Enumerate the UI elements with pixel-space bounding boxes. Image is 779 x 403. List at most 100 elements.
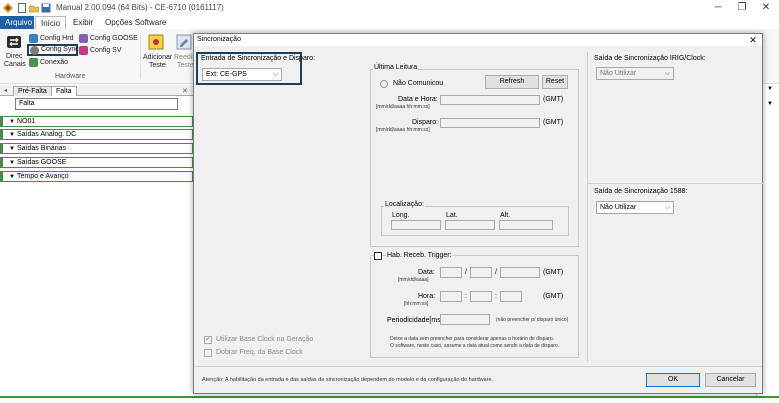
collapse-icon: ▼: [9, 146, 15, 152]
menu-arquivo[interactable]: Arquivo: [0, 16, 34, 29]
config-sync-label: Config Sync: [41, 46, 79, 53]
gmt-label-4: (GMT): [543, 293, 564, 300]
date-separator: /: [465, 269, 467, 276]
minimize-button[interactable]: ─: [706, 1, 730, 15]
config-goose-icon[interactable]: [79, 34, 88, 43]
lat-label: Lat.: [446, 212, 458, 219]
data-label: Data:: [418, 269, 435, 276]
tab-pre-falta[interactable]: Pré-Falta: [13, 86, 52, 96]
data-hora-format: [mm/dd/aaaa hh:mm:ss]: [376, 104, 430, 110]
collapse-icon: ▼: [9, 174, 15, 180]
config-hrd-button[interactable]: Config Hrd: [40, 35, 73, 42]
alt-label: Alt.: [500, 212, 511, 219]
trigger-second-field: [500, 291, 522, 302]
menu-exibir[interactable]: Exibir: [68, 16, 98, 29]
tree-row-saidas-binarias[interactable]: ▼ Saídas Binárias: [0, 143, 193, 154]
chevron-down-icon: ⌵: [664, 70, 670, 77]
tree-row-tempo-avanco[interactable]: ▼ Tempo e Avanço: [0, 171, 193, 182]
entrada-sync-label: Entrada de Sincronização e Disparo:: [201, 55, 316, 62]
chevron-down-icon: ⌵: [272, 71, 278, 78]
maximize-button[interactable]: ❐: [730, 1, 754, 15]
ultima-leitura-label: Última Leitura: [373, 64, 419, 71]
long-label: Long.: [392, 212, 410, 219]
status-strip: [0, 396, 779, 398]
saida-irig-label: Saída de Sincronização IRIG/Clock:: [594, 55, 706, 62]
periodicidade-field: [440, 314, 490, 325]
dobrar-freq-checkbox[interactable]: [204, 349, 212, 357]
config-goose-button[interactable]: Config GOOSE: [90, 35, 138, 42]
gmt-label-2: (GMT): [543, 119, 564, 126]
direc-label[interactable]: Direc: [6, 53, 22, 60]
trigger-day-field: [470, 267, 492, 278]
config-sv-icon[interactable]: [79, 46, 88, 55]
tree-row-saidas-analog[interactable]: ▼ Saídas Analog. DC: [0, 129, 193, 140]
cancelar-button[interactable]: Cancelar: [705, 373, 756, 387]
date-separator: /: [495, 269, 497, 276]
collapse-icon: ▼: [9, 119, 15, 125]
lat-field: [445, 220, 495, 230]
close-window-button[interactable]: ✕: [754, 1, 778, 15]
saida-1588-select[interactable]: Não Utilizar ⌵: [596, 201, 674, 214]
window-title: Manual 2.00.094 (64 Bits) - CE-6710 (016…: [56, 3, 224, 12]
hab-trigger-checkbox[interactable]: [374, 252, 382, 260]
trigger-year-field: [500, 267, 540, 278]
open-folder-icon[interactable]: [28, 3, 40, 13]
atencao-note: Atenção: A habilitação da entrada e das …: [202, 377, 494, 383]
config-hrd-icon[interactable]: [29, 34, 38, 43]
app-logo-icon: [3, 3, 13, 13]
refresh-button[interactable]: Refresh: [485, 75, 539, 89]
base-clock-label: Utilizar Base Clock na Geração: [216, 336, 314, 343]
tab-close-icon[interactable]: ✕: [182, 87, 190, 95]
alt-field: [499, 220, 553, 230]
data-hora-field: [440, 95, 540, 105]
nao-preencher-label: (não preencher p/ disparo único): [496, 317, 569, 323]
trigger-hour-field: [440, 291, 462, 302]
name-field[interactable]: Falta: [15, 98, 178, 110]
tree-row-no01[interactable]: ▼ NO01: [0, 116, 193, 127]
save-icon[interactable]: [41, 3, 51, 13]
adicionar-label[interactable]: Adicionar: [143, 54, 172, 61]
tab-scroll-icon[interactable]: ◂: [4, 87, 12, 95]
gmt-label-3: (GMT): [543, 269, 564, 276]
collapse-icon: ▼: [9, 132, 15, 138]
dialog-title-bar: Sincronização ✕: [194, 34, 762, 46]
hab-trigger-label: Hab. Receb. Trigger:: [386, 252, 453, 259]
config-sync-icon: [30, 46, 39, 55]
time-separator: :: [465, 293, 467, 300]
status-radio: [380, 80, 388, 88]
base-clock-checkbox[interactable]: [204, 335, 212, 344]
tab-falta[interactable]: Falta: [51, 86, 77, 96]
direc-canais-icon[interactable]: [6, 35, 22, 49]
chevron-down-icon[interactable]: ▼: [767, 101, 773, 107]
localizacao-label: Localização:: [384, 201, 425, 208]
disparo-field: [440, 118, 540, 128]
window-title-bar: Manual 2.00.094 (64 Bits) - CE-6710 (016…: [0, 0, 779, 16]
reset-button[interactable]: Reset: [542, 75, 568, 89]
reeditar-teste-icon[interactable]: [176, 34, 192, 50]
canais-label[interactable]: Canais: [4, 61, 26, 68]
adicionar-teste-icon[interactable]: [148, 34, 164, 50]
trigger-month-field: [440, 267, 462, 278]
info-line-1: Deixe a data sem preencher para consider…: [390, 336, 554, 342]
conexao-button[interactable]: Conexão: [40, 59, 68, 66]
conexao-icon[interactable]: [29, 58, 38, 67]
tree-row-saidas-goose[interactable]: ▼ Saídas GOOSE: [0, 157, 193, 168]
menu-opcoes-software[interactable]: Opções Software: [100, 16, 171, 29]
new-file-icon[interactable]: [17, 3, 27, 13]
menu-inicio[interactable]: Início: [35, 16, 67, 29]
gmt-label-1: (GMT): [543, 96, 564, 103]
disparo-format: [mm/dd/aaaa hh:mm:ss]: [376, 127, 430, 133]
chevron-down-icon[interactable]: ▼: [767, 86, 773, 92]
config-sv-button[interactable]: Config SV: [90, 47, 122, 54]
ok-button[interactable]: OK: [646, 373, 700, 387]
dialog-close-button[interactable]: ✕: [745, 34, 761, 46]
reeditar-label[interactable]: Reedit: [174, 54, 194, 61]
horizontal-divider: [587, 183, 763, 184]
entrada-sync-select[interactable]: Ext: CE-GPS ⌵: [202, 68, 282, 81]
reeditar-teste-label[interactable]: Teste: [177, 62, 194, 69]
time-separator: :: [495, 293, 497, 300]
adicionar-teste-label[interactable]: Teste: [149, 62, 166, 69]
saida-irig-select[interactable]: Não Utilizar ⌵: [596, 67, 674, 80]
disparo-label: Disparo:: [412, 119, 439, 126]
saida-1588-label: Saída de Sincronização 1588:: [594, 188, 688, 195]
